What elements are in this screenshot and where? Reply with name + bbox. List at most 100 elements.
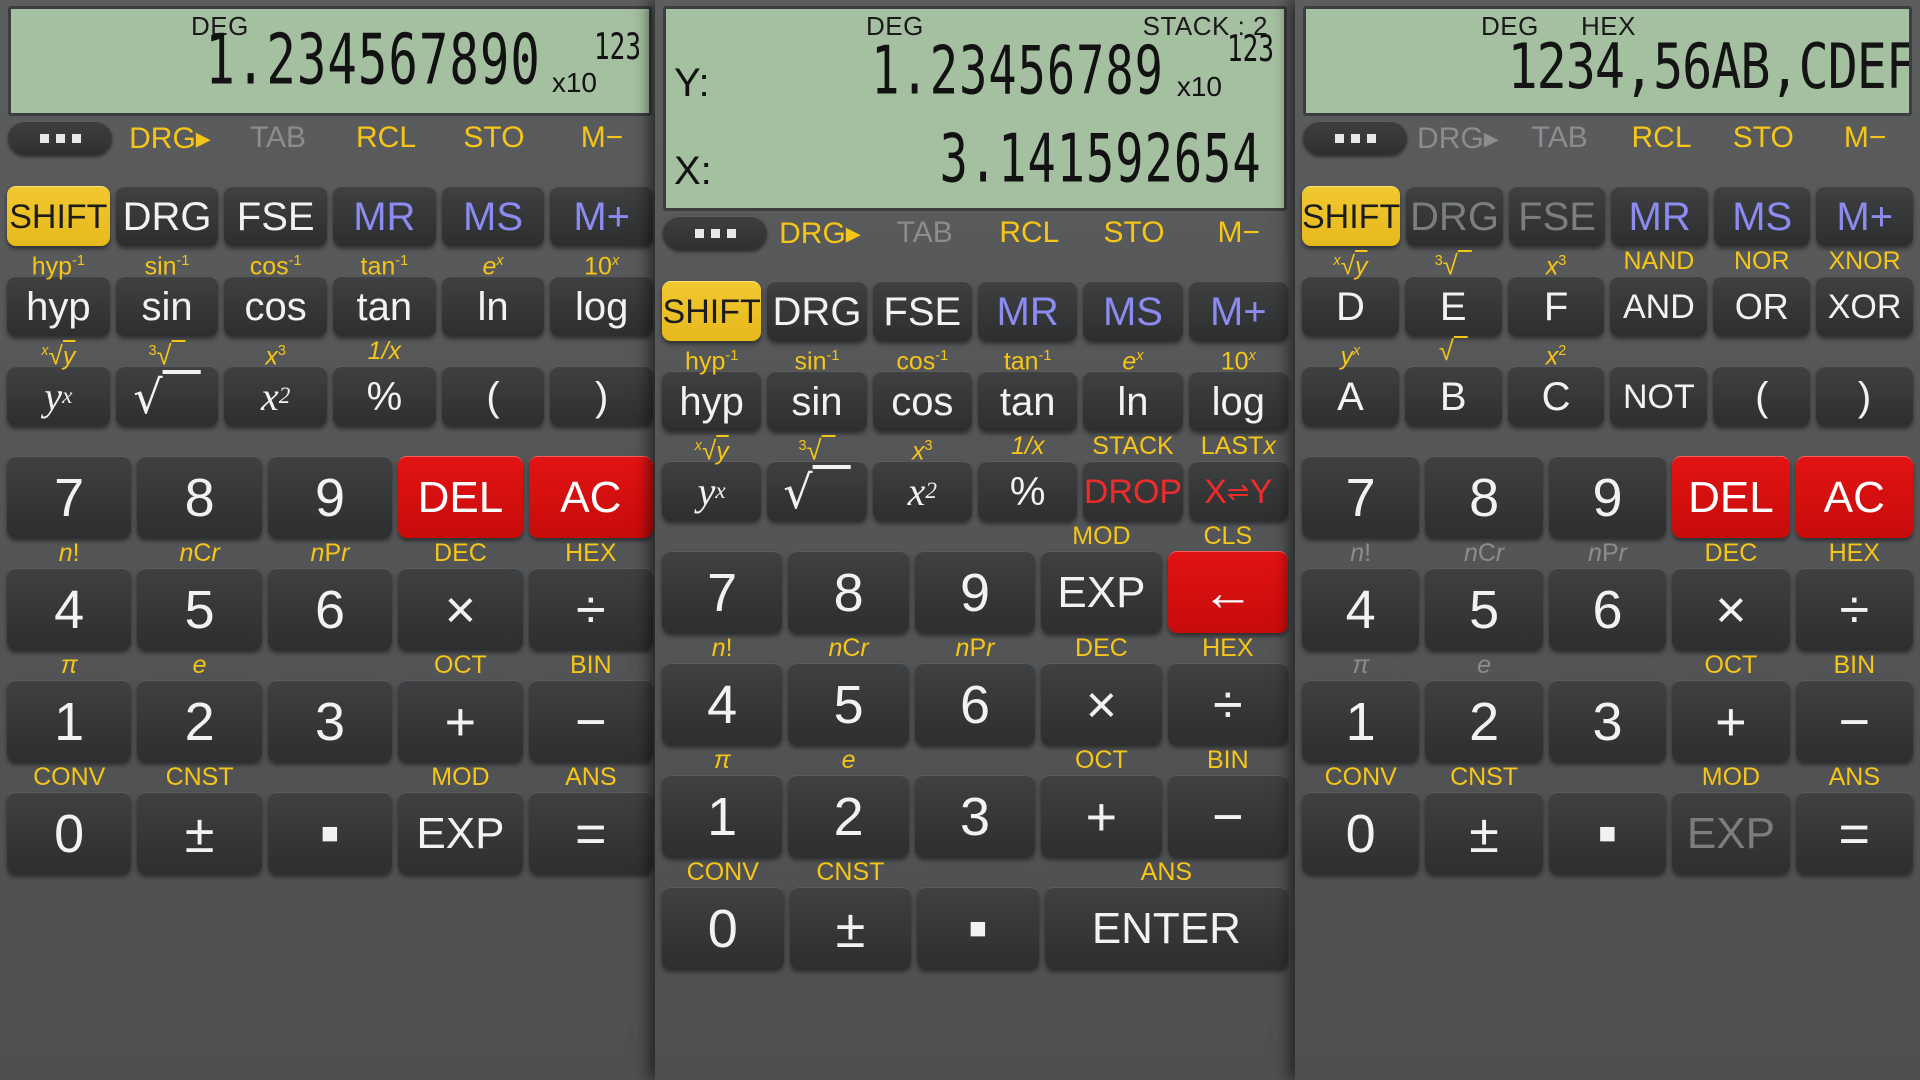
key-cos[interactable]: cos xyxy=(224,276,327,336)
key-2[interactable]: 2 xyxy=(137,680,261,762)
key-sym[interactable]: ■ xyxy=(268,792,392,874)
key-sym[interactable]: − xyxy=(1168,775,1288,857)
key-sym[interactable]: ← xyxy=(1168,551,1288,633)
key-y[interactable]: yx xyxy=(662,461,761,521)
key-+[interactable]: + xyxy=(1041,775,1161,857)
key-5[interactable]: 5 xyxy=(1425,568,1542,650)
key-+[interactable]: + xyxy=(398,680,522,762)
key-exp[interactable]: EXP xyxy=(1041,551,1161,633)
key-sym[interactable]: √ xyxy=(116,366,219,426)
key-9[interactable]: 9 xyxy=(915,551,1035,633)
key-4[interactable]: 4 xyxy=(7,568,131,650)
key-log[interactable]: log xyxy=(550,276,653,336)
menu-button[interactable] xyxy=(8,121,112,155)
key-enter[interactable]: ENTER xyxy=(1045,887,1288,969)
key-0[interactable]: 0 xyxy=(7,792,131,874)
key-sym[interactable]: × xyxy=(1041,663,1161,745)
key-xor[interactable]: XOR xyxy=(1816,276,1913,336)
key-9[interactable]: 9 xyxy=(268,456,392,538)
key-sym[interactable]: ) xyxy=(1816,366,1913,426)
key-and[interactable]: AND xyxy=(1610,276,1707,336)
key-sym[interactable]: ÷ xyxy=(529,568,653,650)
key-hyp[interactable]: hyp xyxy=(7,276,110,336)
key-4[interactable]: 4 xyxy=(662,663,782,745)
key-sym[interactable]: % xyxy=(333,366,436,426)
key-fse[interactable]: FSE xyxy=(1509,186,1606,246)
key-fse[interactable]: FSE xyxy=(873,281,972,341)
key-drg[interactable]: DRG xyxy=(116,186,219,246)
key-sym[interactable]: ± xyxy=(137,792,261,874)
key-7[interactable]: 7 xyxy=(662,551,782,633)
key-6[interactable]: 6 xyxy=(915,663,1035,745)
key-0[interactable]: 0 xyxy=(662,887,784,969)
key-not[interactable]: NOT xyxy=(1610,366,1707,426)
key-b[interactable]: B xyxy=(1405,366,1502,426)
key-ms[interactable]: MS xyxy=(442,186,545,246)
key-1[interactable]: 1 xyxy=(7,680,131,762)
menu-button[interactable] xyxy=(1303,121,1407,155)
key-fse[interactable]: FSE xyxy=(224,186,327,246)
key-sym[interactable]: × xyxy=(398,568,522,650)
key-7[interactable]: 7 xyxy=(7,456,131,538)
key-4[interactable]: 4 xyxy=(1302,568,1419,650)
key-ms[interactable]: MS xyxy=(1083,281,1182,341)
key-+[interactable]: + xyxy=(1672,680,1789,762)
key-m+[interactable]: M+ xyxy=(1189,281,1288,341)
key-f[interactable]: F xyxy=(1508,276,1605,336)
key-7[interactable]: 7 xyxy=(1302,456,1419,538)
key-sym[interactable]: √ xyxy=(767,461,866,521)
key-or[interactable]: OR xyxy=(1713,276,1810,336)
key-exp[interactable]: EXP xyxy=(398,792,522,874)
key-sin[interactable]: sin xyxy=(767,371,866,431)
key-sym[interactable]: − xyxy=(529,680,653,762)
key-tan[interactable]: tan xyxy=(333,276,436,336)
key-1[interactable]: 1 xyxy=(662,775,782,857)
key-8[interactable]: 8 xyxy=(1425,456,1542,538)
key-shift[interactable]: SHIFT xyxy=(662,281,761,341)
key-shift[interactable]: SHIFT xyxy=(1302,186,1400,246)
key-cos[interactable]: cos xyxy=(873,371,972,431)
key-sym[interactable]: ) xyxy=(550,366,653,426)
key-3[interactable]: 3 xyxy=(915,775,1035,857)
key-=[interactable]: = xyxy=(529,792,653,874)
key-ac[interactable]: AC xyxy=(1796,456,1913,538)
key-9[interactable]: 9 xyxy=(1549,456,1666,538)
key-8[interactable]: 8 xyxy=(137,456,261,538)
key-8[interactable]: 8 xyxy=(788,551,908,633)
key-2[interactable]: 2 xyxy=(788,775,908,857)
key-0[interactable]: 0 xyxy=(1302,792,1419,874)
key-6[interactable]: 6 xyxy=(1549,568,1666,650)
key-d[interactable]: D xyxy=(1302,276,1399,336)
key-m+[interactable]: M+ xyxy=(1816,186,1913,246)
key-sym[interactable]: ■ xyxy=(917,887,1039,969)
key-m+[interactable]: M+ xyxy=(550,186,653,246)
key-x[interactable]: x2 xyxy=(224,366,327,426)
key-sin[interactable]: sin xyxy=(116,276,219,336)
key-sym[interactable]: − xyxy=(1796,680,1913,762)
key-3[interactable]: 3 xyxy=(268,680,392,762)
key-6[interactable]: 6 xyxy=(268,568,392,650)
key-shift[interactable]: SHIFT xyxy=(7,186,110,246)
key-drop[interactable]: DROP xyxy=(1083,461,1182,521)
key-del[interactable]: DEL xyxy=(1672,456,1789,538)
key-e[interactable]: E xyxy=(1405,276,1502,336)
key-5[interactable]: 5 xyxy=(137,568,261,650)
key-3[interactable]: 3 xyxy=(1549,680,1666,762)
key-c[interactable]: C xyxy=(1508,366,1605,426)
key-sym[interactable]: ( xyxy=(442,366,545,426)
key-sym[interactable]: ( xyxy=(1713,366,1810,426)
key-ln[interactable]: ln xyxy=(442,276,545,336)
key-log[interactable]: log xyxy=(1189,371,1288,431)
key-a[interactable]: A xyxy=(1302,366,1399,426)
key-hyp[interactable]: hyp xyxy=(662,371,761,431)
key-sym[interactable]: ± xyxy=(1425,792,1542,874)
key-sym[interactable]: ■ xyxy=(1549,792,1666,874)
key-exp[interactable]: EXP xyxy=(1672,792,1789,874)
key-tan[interactable]: tan xyxy=(978,371,1077,431)
key-5[interactable]: 5 xyxy=(788,663,908,745)
key-del[interactable]: DEL xyxy=(398,456,522,538)
key-sym[interactable]: ± xyxy=(790,887,912,969)
key-sym[interactable]: × xyxy=(1672,568,1789,650)
key-mr[interactable]: MR xyxy=(1611,186,1708,246)
menu-button[interactable] xyxy=(663,216,767,250)
